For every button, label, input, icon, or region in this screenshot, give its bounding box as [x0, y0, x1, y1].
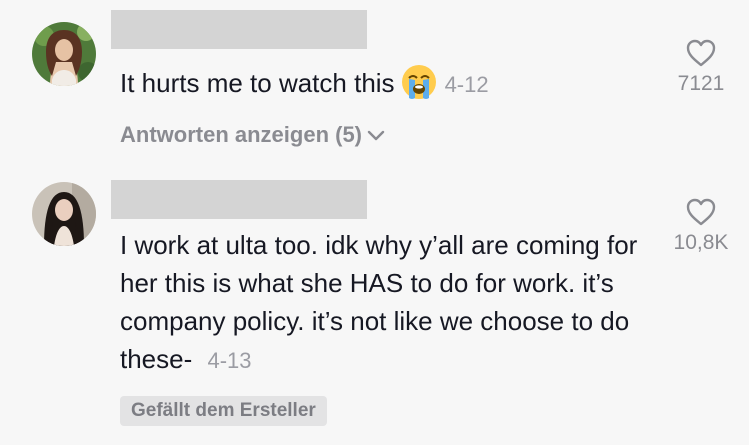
comment-text: I work at ulta too. idk why y’all are co… [120, 226, 640, 380]
comment-item: I work at ulta too. idk why y’all are co… [0, 170, 749, 445]
chevron-down-icon [367, 130, 385, 141]
like-count: 7121 [677, 72, 725, 95]
like-button[interactable]: 7121 [656, 38, 746, 96]
view-replies-label: Antworten anzeigen (5) [120, 122, 363, 147]
comment-text: It hurts me to watch this 4-12 [120, 64, 660, 104]
avatar[interactable] [32, 22, 96, 86]
like-count: 10,8K [673, 231, 729, 254]
comment-body: It hurts me to watch this [120, 68, 395, 98]
loudly-crying-face-emoji [401, 64, 437, 100]
comment-date: 4-12 [444, 72, 489, 97]
heart-icon [686, 39, 716, 67]
like-button[interactable]: 10,8K [656, 197, 746, 255]
avatar[interactable] [32, 182, 96, 246]
heart-icon [686, 198, 716, 226]
comment-item: It hurts me to watch this 4-12 7121 Antw… [0, 0, 749, 170]
liked-by-creator-badge: Gefällt dem Ersteller [120, 396, 327, 426]
comment-body: I work at ulta too. idk why y’all are co… [120, 230, 638, 374]
view-replies-button[interactable]: Antworten anzeigen (5) [120, 122, 386, 148]
username-redacted [111, 10, 367, 49]
comment-date: 4-13 [207, 348, 252, 373]
username-redacted [111, 180, 367, 219]
